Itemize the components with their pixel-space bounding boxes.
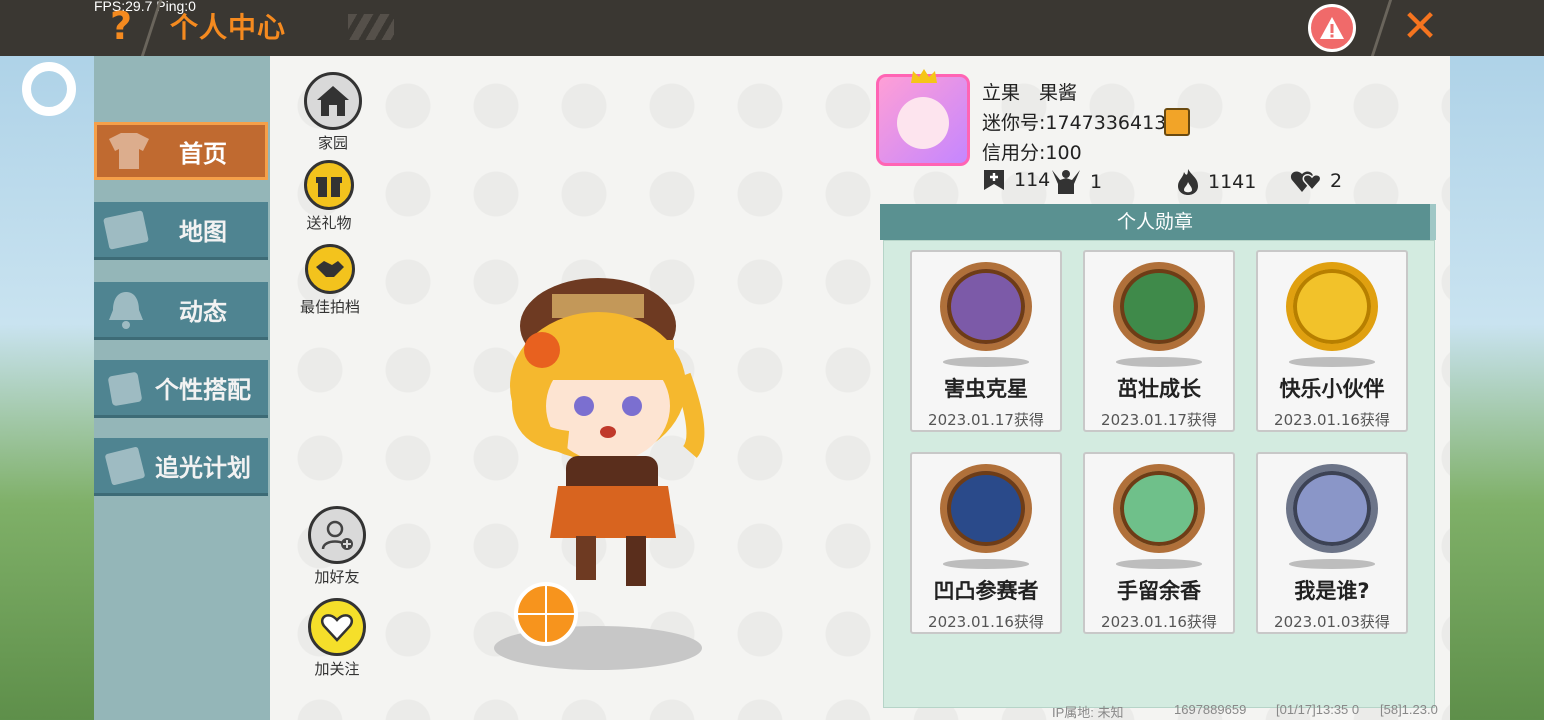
stat-cheers: 1	[1050, 168, 1102, 196]
medal-name: 我是谁?	[1294, 579, 1370, 603]
flame-icon	[1176, 168, 1200, 196]
medal-name: 茁壮成长	[1117, 377, 1201, 401]
question-mark-icon[interactable]: ?	[104, 4, 138, 48]
gift-label: 送礼物	[306, 214, 352, 232]
medal-card[interactable]: 我是谁? 2023.01.03获得	[1256, 452, 1408, 634]
sidebar-item-outfit[interactable]: 个性搭配	[94, 360, 268, 418]
character-icon	[108, 371, 142, 406]
crown-icon	[911, 69, 937, 83]
medal-card[interactable]: 凹凸参赛者 2023.01.16获得	[910, 452, 1062, 634]
stat-heat: 1141	[1176, 168, 1256, 196]
plan-card-icon	[105, 446, 145, 485]
mini-id: 迷你号:1747336413	[982, 112, 1167, 134]
medal-date: 2023.01.16获得	[1274, 411, 1390, 429]
medal-card[interactable]: 害虫克星 2023.01.17获得	[910, 250, 1062, 432]
medal-date: 2023.01.03获得	[1274, 613, 1390, 631]
follow-label: 加关注	[314, 660, 360, 678]
sidebar-item-map[interactable]: 地图	[94, 202, 268, 260]
bell-icon	[109, 291, 143, 329]
gift-button[interactable]: 送礼物	[304, 160, 354, 233]
medal-name: 凹凸参赛者	[933, 579, 1039, 603]
best-partner-label: 最佳拍档	[300, 298, 361, 316]
sidebar-item-home[interactable]: 首页	[94, 122, 268, 180]
avatar[interactable]	[876, 69, 970, 166]
medal-date: 2023.01.16获得	[1101, 613, 1217, 631]
sidebar-item-feed[interactable]: 动态	[94, 282, 268, 340]
sidebar-item-label: 首页	[179, 139, 227, 168]
medals-title: 个人勋章	[880, 204, 1436, 240]
handshake-icon	[316, 261, 344, 277]
add-person-icon	[321, 520, 353, 550]
ip-location: IP属地: 未知	[1052, 705, 1124, 720]
map-picture-icon	[103, 210, 149, 249]
sidebar-item-label: 追光计划	[155, 454, 251, 482]
stat-likes: 2	[1290, 168, 1342, 194]
follow-button[interactable]: 加关注	[308, 598, 366, 679]
home-label: 家园	[317, 134, 348, 152]
medal-who-am-i-icon	[1286, 464, 1378, 554]
medal-name: 害虫克星	[944, 377, 1028, 401]
medal-friends-icon	[1286, 262, 1378, 352]
stat-value: 2	[1330, 170, 1343, 192]
medal-fragrance-icon	[1113, 464, 1205, 554]
bookmark-plus-icon	[982, 168, 1006, 192]
medal-date: 2023.01.17获得	[1101, 411, 1217, 429]
add-friend-label: 加好友	[314, 568, 360, 586]
medal-contestant-icon	[940, 464, 1032, 554]
version: [58]1.23.0	[1380, 702, 1438, 717]
sidebar-item-label: 个性搭配	[155, 376, 251, 404]
medal-date: 2023.01.16获得	[928, 613, 1044, 631]
medal-name: 快乐小伙伴	[1279, 377, 1385, 401]
medal-card[interactable]: 快乐小伙伴 2023.01.16获得	[1256, 250, 1408, 432]
medal-pest-icon	[940, 262, 1032, 352]
record-button[interactable]	[22, 62, 76, 116]
sidebar-item-label: 动态	[179, 298, 227, 326]
stat-value: 114	[1014, 169, 1051, 191]
decorative-stripe	[348, 14, 394, 40]
medal-card[interactable]: 茁壮成长 2023.01.17获得	[1083, 250, 1235, 432]
page-title: 个人中心	[170, 11, 287, 44]
gift-box-icon	[316, 177, 342, 197]
close-x-icon[interactable]: ✕	[1400, 4, 1440, 50]
home-button[interactable]: 家园	[304, 72, 362, 153]
stat-value: 1141	[1208, 171, 1257, 193]
shirt-icon	[109, 133, 149, 169]
heart-icon	[320, 614, 354, 642]
sidebar-item-plan[interactable]: 追光计划	[94, 438, 268, 496]
warning-triangle-icon	[1320, 17, 1344, 39]
sidebar-item-label: 地图	[179, 218, 227, 246]
hearts-icon	[1290, 168, 1322, 194]
copy-icon[interactable]	[1164, 108, 1190, 136]
medal-date: 2023.01.17获得	[928, 411, 1044, 429]
player-avatar-character	[510, 278, 705, 646]
top-bar: FPS:29.7 Ping:0 ? 个人中心 ✕	[0, 0, 1544, 56]
report-button[interactable]	[1308, 4, 1356, 52]
timestamp: [01/17]13:35 0	[1276, 702, 1360, 717]
house-icon	[317, 86, 349, 116]
add-friend-button[interactable]: 加好友	[308, 506, 366, 587]
medal-card[interactable]: 手留余香 2023.01.16获得	[1083, 452, 1235, 634]
player-name: 立果 果酱	[982, 82, 1078, 104]
medal-name: 手留余香	[1117, 579, 1201, 603]
stat-value: 1	[1090, 171, 1103, 193]
medal-growth-icon	[1113, 262, 1205, 352]
cheer-person-icon	[1050, 168, 1082, 196]
best-partner-button[interactable]: 最佳拍档	[300, 244, 360, 317]
credit-score: 信用分:100	[982, 142, 1082, 164]
stat-bookmarks: 114	[982, 168, 1050, 192]
session-code: 1697889659	[1174, 702, 1247, 717]
